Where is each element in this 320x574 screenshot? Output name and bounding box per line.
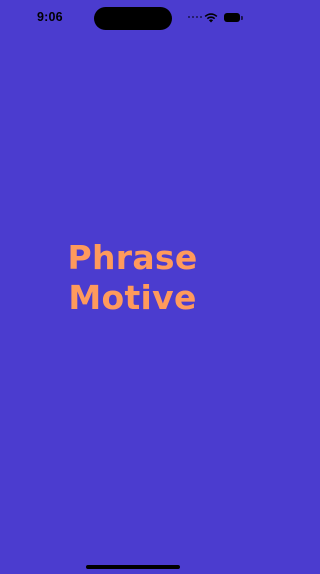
home-indicator[interactable] (86, 565, 180, 569)
status-bar: 9:06 (0, 0, 265, 36)
status-time: 9:06 (37, 10, 63, 24)
cellular-signal-icon (188, 16, 202, 20)
splash-screen: 9:06 Phrase Motive (0, 0, 265, 574)
battery-fill (224, 13, 240, 22)
app-title-line-1: Phrase (67, 238, 198, 277)
wifi-icon (204, 13, 218, 23)
app-title-line-2: Motive (68, 278, 197, 317)
battery-cap (241, 16, 243, 20)
dynamic-island (94, 7, 172, 30)
app-title: Phrase Motive (0, 238, 265, 318)
battery-icon (224, 13, 244, 23)
